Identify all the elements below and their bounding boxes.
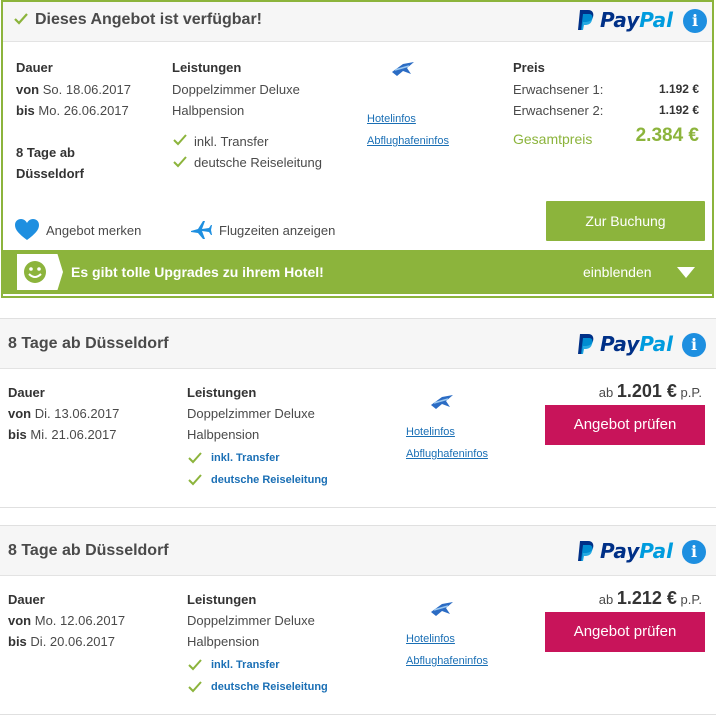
check-icon — [187, 451, 203, 468]
paypal-logo: PayPal — [576, 8, 673, 32]
paypal-icon — [578, 10, 594, 30]
adult-2-price: 1.192 € — [658, 103, 699, 117]
feature-transfer: inkl. Transfer — [211, 452, 280, 464]
airline-logo-icon — [428, 598, 456, 623]
paypal-wordmark: PayPal — [600, 8, 674, 32]
check-icon — [13, 11, 29, 30]
save-offer-label: Angebot merken — [46, 222, 142, 238]
date-from: von Mo. 12.06.2017 — [8, 613, 126, 628]
book-button[interactable]: Zur Buchung — [546, 201, 705, 241]
offer-header: 8 Tage ab Düsseldorf PayPal i — [0, 319, 716, 369]
airport-info-link[interactable]: Abflughafeninfos — [406, 655, 488, 667]
trip-length: 8 Tage ab — [16, 145, 76, 160]
feature-guide: deutsche Reiseleitung — [211, 474, 328, 486]
info-icon[interactable]: i — [682, 333, 706, 357]
check-offer-button[interactable]: Angebot prüfen — [545, 405, 705, 445]
feature-transfer: inkl. Transfer — [194, 134, 269, 149]
info-icon[interactable]: i — [683, 9, 707, 33]
services-label: Leistungen — [187, 592, 257, 607]
smiley-icon — [23, 260, 47, 287]
services-label: Leistungen — [172, 60, 242, 75]
check-offer-button[interactable]: Angebot prüfen — [545, 612, 705, 652]
date-to: bis Mi. 21.06.2017 — [8, 427, 117, 442]
date-from: von Di. 13.06.2017 — [8, 406, 120, 421]
adult-1-price: 1.192 € — [658, 82, 699, 96]
paypal-logo: PayPal — [576, 539, 673, 563]
heart-icon — [15, 219, 39, 240]
offer-title: 8 Tage ab Düsseldorf — [8, 542, 169, 559]
airline-logo-icon — [389, 58, 417, 83]
adult-1-label: Erwachsener 1: — [513, 82, 604, 97]
paypal-logo: PayPal — [576, 332, 673, 356]
check-icon — [172, 155, 188, 172]
offer-card: 8 Tage ab Düsseldorf PayPal i Dauer von … — [0, 318, 716, 508]
adult-2-label: Erwachsener 2: — [513, 103, 604, 118]
price-value: 1.212 € — [616, 588, 677, 608]
board-type: Halbpension — [187, 634, 260, 649]
offer-card: 8 Tage ab Düsseldorf PayPal i Dauer von … — [0, 525, 716, 715]
check-icon — [172, 133, 188, 150]
hotel-info-link[interactable]: Hotelinfos — [406, 426, 455, 438]
price-suffix: p.P. — [680, 592, 702, 607]
price-prefix: ab — [598, 592, 614, 607]
offer-status-title: Dieses Angebot ist verfügbar! — [35, 11, 263, 28]
date-to: bis Di. 20.06.2017 — [8, 634, 115, 649]
date-from: von So. 18.06.2017 — [16, 82, 131, 97]
flight-times-link[interactable]: Flugzeiten anzeigen — [189, 218, 335, 242]
flight-times-label: Flugzeiten anzeigen — [219, 222, 336, 238]
feature-transfer: inkl. Transfer — [211, 659, 280, 671]
duration-label: Dauer — [8, 592, 45, 607]
plane-icon — [191, 221, 212, 239]
upgrade-text: Es gibt tolle Upgrades zu ihrem Hotel! — [71, 264, 324, 280]
price-prefix: ab — [598, 385, 614, 400]
services-label: Leistungen — [187, 385, 257, 400]
price-display: ab 1.212 € p.P. — [560, 588, 702, 609]
airport-info-link[interactable]: Abflughafeninfos — [406, 448, 488, 460]
offer-header: 8 Tage ab Düsseldorf PayPal i — [0, 526, 716, 576]
board-type: Halbpension — [187, 427, 260, 442]
paypal-wordmark: PayPal — [600, 539, 674, 563]
date-to: bis Mo. 26.06.2017 — [16, 103, 129, 118]
offer-title: 8 Tage ab Düsseldorf — [8, 335, 169, 352]
upgrade-toggle-label[interactable]: einblenden — [583, 264, 652, 280]
duration-label: Dauer — [8, 385, 45, 400]
airport-info-link[interactable]: Abflughafeninfos — [367, 135, 449, 147]
total-label: Gesamtpreis — [513, 131, 593, 147]
feature-guide: deutsche Reiseleitung — [194, 155, 322, 170]
paypal-icon — [578, 334, 594, 354]
price-suffix: p.P. — [680, 385, 702, 400]
feature-guide: deutsche Reiseleitung — [211, 681, 328, 693]
room-type: Doppelzimmer Deluxe — [187, 406, 315, 421]
price-label: Preis — [513, 60, 545, 75]
price-display: ab 1.201 € p.P. — [560, 381, 702, 402]
room-type: Doppelzimmer Deluxe — [187, 613, 315, 628]
upgrade-bar[interactable]: Es gibt tolle Upgrades zu ihrem Hotel! e… — [3, 250, 712, 294]
trip-origin: Düsseldorf — [16, 166, 84, 181]
airline-logo-icon — [428, 391, 456, 416]
duration-label: Dauer — [16, 60, 53, 75]
paypal-icon — [578, 541, 594, 561]
hotel-info-link[interactable]: Hotelinfos — [367, 113, 416, 125]
hotel-info-link[interactable]: Hotelinfos — [406, 633, 455, 645]
room-type: Doppelzimmer Deluxe — [172, 82, 300, 97]
board-type: Halbpension — [172, 103, 245, 118]
check-icon — [187, 680, 203, 697]
save-offer-link[interactable]: Angebot merken — [14, 218, 141, 242]
price-value: 1.201 € — [616, 381, 677, 401]
info-icon[interactable]: i — [682, 540, 706, 564]
triangle-down-icon[interactable] — [677, 267, 695, 282]
check-icon — [187, 473, 203, 490]
total-price: 2.384 € — [635, 125, 699, 146]
check-icon — [187, 658, 203, 675]
paypal-wordmark: PayPal — [600, 332, 674, 356]
offer-header: Dieses Angebot ist verfügbar! PayPal i — [3, 2, 712, 42]
